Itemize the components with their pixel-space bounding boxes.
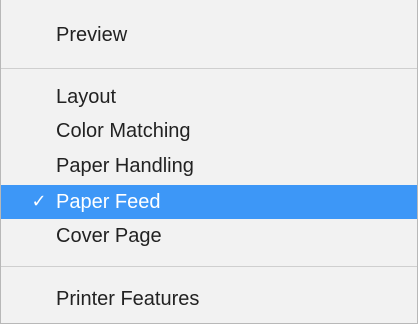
checkmark-icon: ✓ (31, 191, 47, 212)
menu-item-layout[interactable]: Layout (1, 80, 417, 114)
menu-item-printer-features[interactable]: Printer Features (1, 282, 417, 316)
menu-item-paper-feed[interactable]: ✓ Paper Feed (1, 185, 417, 219)
menu-item-paper-handling[interactable]: Paper Handling (1, 149, 417, 183)
menu-item-preview[interactable]: Preview (1, 18, 417, 52)
menu-item-label: Printer Features (56, 288, 200, 310)
menu-item-label: Paper Handling (56, 155, 194, 177)
menu-item-label: Layout (56, 86, 117, 108)
menu-item-label: Paper Feed (56, 191, 161, 213)
print-options-menu: Preview Layout Color Matching Paper Hand… (0, 0, 418, 324)
menu-separator (1, 68, 417, 69)
menu-item-cover-page[interactable]: Cover Page (1, 219, 417, 253)
menu-item-label: Preview (56, 24, 128, 46)
menu-item-color-matching[interactable]: Color Matching (1, 114, 417, 148)
menu-item-label: Color Matching (56, 120, 191, 142)
menu-item-label: Cover Page (56, 225, 162, 247)
menu-separator (1, 266, 417, 267)
